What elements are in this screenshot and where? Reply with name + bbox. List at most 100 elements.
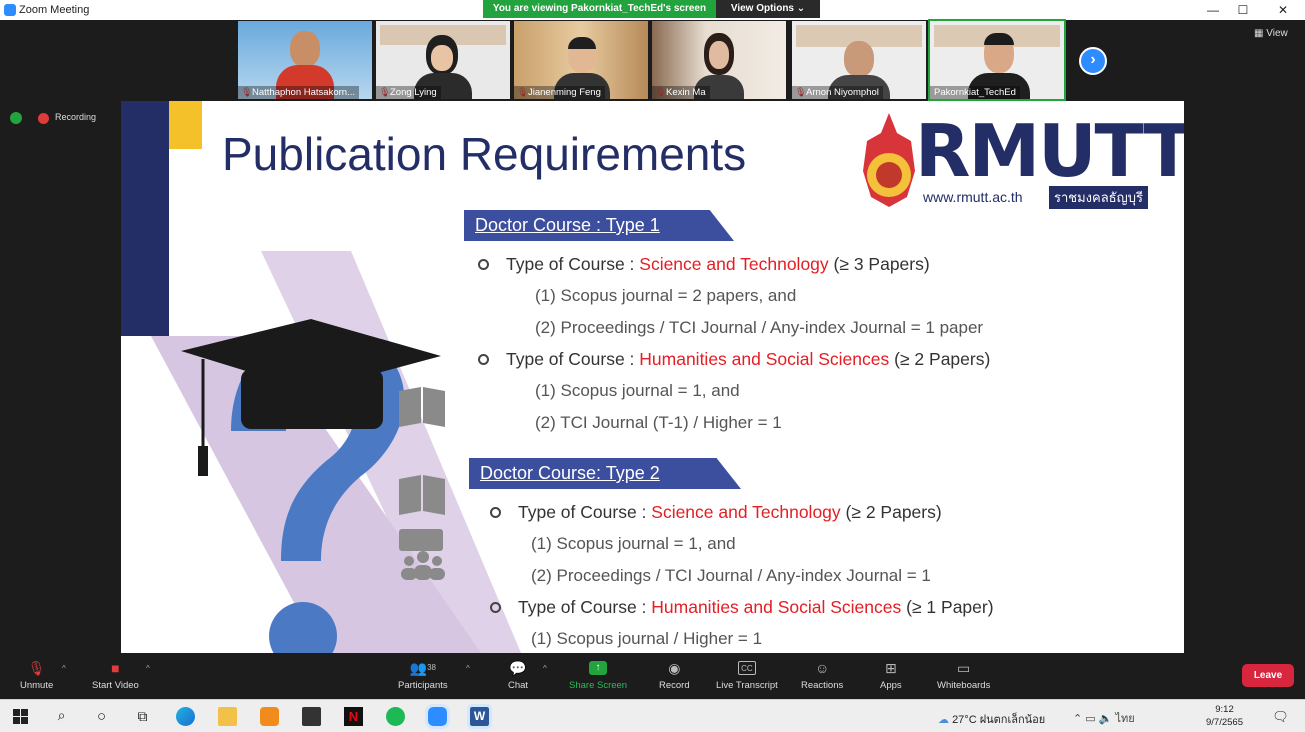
shield-icon <box>10 112 22 124</box>
course-line: Type of Course : Humanities and Social S… <box>518 597 994 617</box>
weather-widget[interactable]: ☁ 27°C ฝนตกเล็กน้อย <box>938 710 1045 728</box>
participants-button[interactable]: 👥38 Participants <box>398 661 448 691</box>
shared-slide: Publication Requirements RMUTT www.rmutt… <box>121 101 1184 653</box>
smiley-icon: ☺ <box>814 660 830 676</box>
view-options-label: View Options <box>730 3 794 14</box>
next-page-arrow-icon[interactable]: › <box>1079 47 1107 75</box>
meeting-area: 🎙 Natthaphon Hatsakorn... 🎙 Zong Lying 🎙… <box>0 19 1305 657</box>
reactions-button[interactable]: ☺ Reactions <box>801 661 843 691</box>
view-label: View <box>1266 28 1288 39</box>
requirement-line: (1) Scopus journal / Higher = 1 <box>531 629 763 648</box>
volume-icon: 🔈 <box>1098 713 1113 725</box>
cloud-rain-icon: ☁ <box>938 714 949 726</box>
clock-time: 9:12 <box>1215 704 1234 715</box>
edge-browser-icon[interactable] <box>176 707 195 726</box>
minimize-button[interactable]: — <box>1198 2 1228 18</box>
bullet-circle <box>490 602 501 613</box>
live-transcript-button[interactable]: CC Live Transcript <box>716 661 778 691</box>
requirement-line: (1) Scopus journal = 1, and <box>531 534 736 553</box>
leave-button[interactable]: Leave <box>1242 664 1294 687</box>
word-icon[interactable]: W <box>467 704 492 729</box>
start-video-button[interactable]: ■ Start Video <box>92 661 139 691</box>
language-indicator[interactable]: ไทย <box>1116 713 1135 725</box>
chevron-down-icon: ⌄ <box>796 3 806 14</box>
chevron-up-icon[interactable]: ^ <box>543 664 547 673</box>
video-off-icon: ■ <box>111 660 120 676</box>
participant-name: Kexin Ma <box>652 86 710 99</box>
system-tray[interactable]: ⌃ ▭ 🔈 ไทย <box>1073 709 1135 727</box>
apps-button[interactable]: ⊞ Apps <box>880 661 902 691</box>
media-player-icon[interactable] <box>260 707 279 726</box>
participant-tile[interactable]: 🎙 Arnon Niyomphol <box>792 21 926 99</box>
clock-date: 9/7/2565 <box>1206 717 1243 728</box>
chevron-up-icon[interactable]: ^ <box>62 664 66 673</box>
participant-name: Arnon Niyomphol <box>792 86 883 99</box>
section-heading-type2: Doctor Course: Type 2 <box>469 458 741 489</box>
participants-icon: 👥 <box>409 660 428 676</box>
search-icon[interactable]: ⌕ <box>52 707 71 726</box>
view-options-button[interactable]: View Options ⌄ <box>716 0 820 18</box>
course-line: Type of Course : Science and Technology … <box>506 254 930 274</box>
rmutt-wordmark: RMUTT <box>915 109 1184 193</box>
whiteboards-button[interactable]: ▭ Whiteboards <box>937 661 990 691</box>
file-explorer-icon[interactable] <box>218 707 237 726</box>
requirement-line: (1) Scopus journal = 2 papers, and <box>535 286 797 305</box>
section-heading-type1: Doctor Course : Type 1 <box>464 210 734 241</box>
chevron-up-icon[interactable]: ^ <box>466 664 470 673</box>
requirement-line: (2) Proceedings / TCI Journal / Any-inde… <box>535 318 984 337</box>
close-button[interactable]: ✕ <box>1268 2 1298 18</box>
mic-muted-icon: 🎙 <box>27 660 46 676</box>
unmute-button[interactable]: 🎙 Unmute <box>20 661 53 691</box>
rmutt-url: www.rmutt.ac.th <box>923 189 1023 205</box>
screen-share-banner: You are viewing Pakornkiat_TechEd's scre… <box>483 0 716 18</box>
rmutt-thai-name: ราชมงคลธัญบุรี <box>1049 186 1148 209</box>
university-seal-icon <box>863 113 915 207</box>
whiteboard-icon: ▭ <box>957 660 971 676</box>
presentation-board-icon <box>399 529 443 551</box>
share-arrow-icon: ↑ <box>589 661 608 675</box>
recording-icon <box>37 112 49 124</box>
requirement-line: (1) Scopus journal = 1, and <box>535 381 740 400</box>
share-screen-button[interactable]: ↑ Share Screen <box>569 661 627 691</box>
participant-tile[interactable]: 🎙 Jianenming Feng <box>514 21 648 99</box>
slide-title: Publication Requirements <box>222 128 747 180</box>
record-button[interactable]: ◉ Record <box>659 661 690 691</box>
course-line: Type of Course : Science and Technology … <box>518 502 942 522</box>
notification-icon[interactable]: 🗨 <box>1271 707 1290 726</box>
avatar <box>290 31 320 67</box>
chevron-up-icon[interactable]: ^ <box>146 664 150 673</box>
chat-button[interactable]: 💬 Chat <box>508 661 528 691</box>
participant-name: Jianenming Feng <box>514 86 605 99</box>
recording-label: Recording <box>55 112 97 123</box>
task-view-icon[interactable]: ⧉ <box>133 707 152 726</box>
rmutt-logo: RMUTT www.rmutt.ac.th ราชมงคลธัญบุรี <box>859 111 1184 211</box>
bullet-circle <box>478 259 489 270</box>
requirement-line: (2) Proceedings / TCI Journal / Any-inde… <box>531 566 931 585</box>
chevron-up-icon[interactable]: ⌃ <box>1073 713 1082 725</box>
bullet-circle <box>490 507 501 518</box>
windows-start-icon[interactable] <box>11 707 30 726</box>
netflix-icon[interactable]: N <box>344 707 363 726</box>
cc-icon: CC <box>737 661 756 675</box>
apps-icon: ⊞ <box>884 660 897 676</box>
gallery-view-button[interactable]: ▦ View <box>1254 28 1288 39</box>
cortana-icon[interactable]: ○ <box>92 707 111 726</box>
participant-name: Natthaphon Hatsakorn... <box>238 86 359 99</box>
participant-tile[interactable]: 🎙 Zong Lying <box>376 21 510 99</box>
meeting-toolbar: 🎙 Unmute ^ ■ Start Video ^ 👥38 Participants… <box>0 657 1305 699</box>
zoom-app-icon <box>4 4 16 16</box>
zoom-taskbar-icon[interactable] <box>425 704 450 729</box>
system-clock[interactable]: 9:12 9/7/2565 <box>1206 703 1243 729</box>
store-icon[interactable] <box>302 707 321 726</box>
window-title-bar: Zoom Meeting You are viewing Pakornkiat_… <box>0 0 1305 20</box>
avatar <box>844 41 874 77</box>
participants-count: 38 <box>427 663 436 672</box>
course-line: Type of Course : Humanities and Social S… <box>506 349 991 369</box>
maximize-button[interactable]: ☐ <box>1228 2 1258 18</box>
participant-tile-active-speaker[interactable]: Pakornkiat_TechEd <box>928 19 1066 101</box>
participant-tile[interactable]: 🎙 Natthaphon Hatsakorn... <box>238 21 372 99</box>
chat-bubble-icon: 💬 <box>509 660 527 676</box>
record-icon: ◉ <box>668 660 681 676</box>
spotify-icon[interactable] <box>386 707 405 726</box>
participant-tile[interactable]: 🎙 Kexin Ma <box>652 21 786 99</box>
